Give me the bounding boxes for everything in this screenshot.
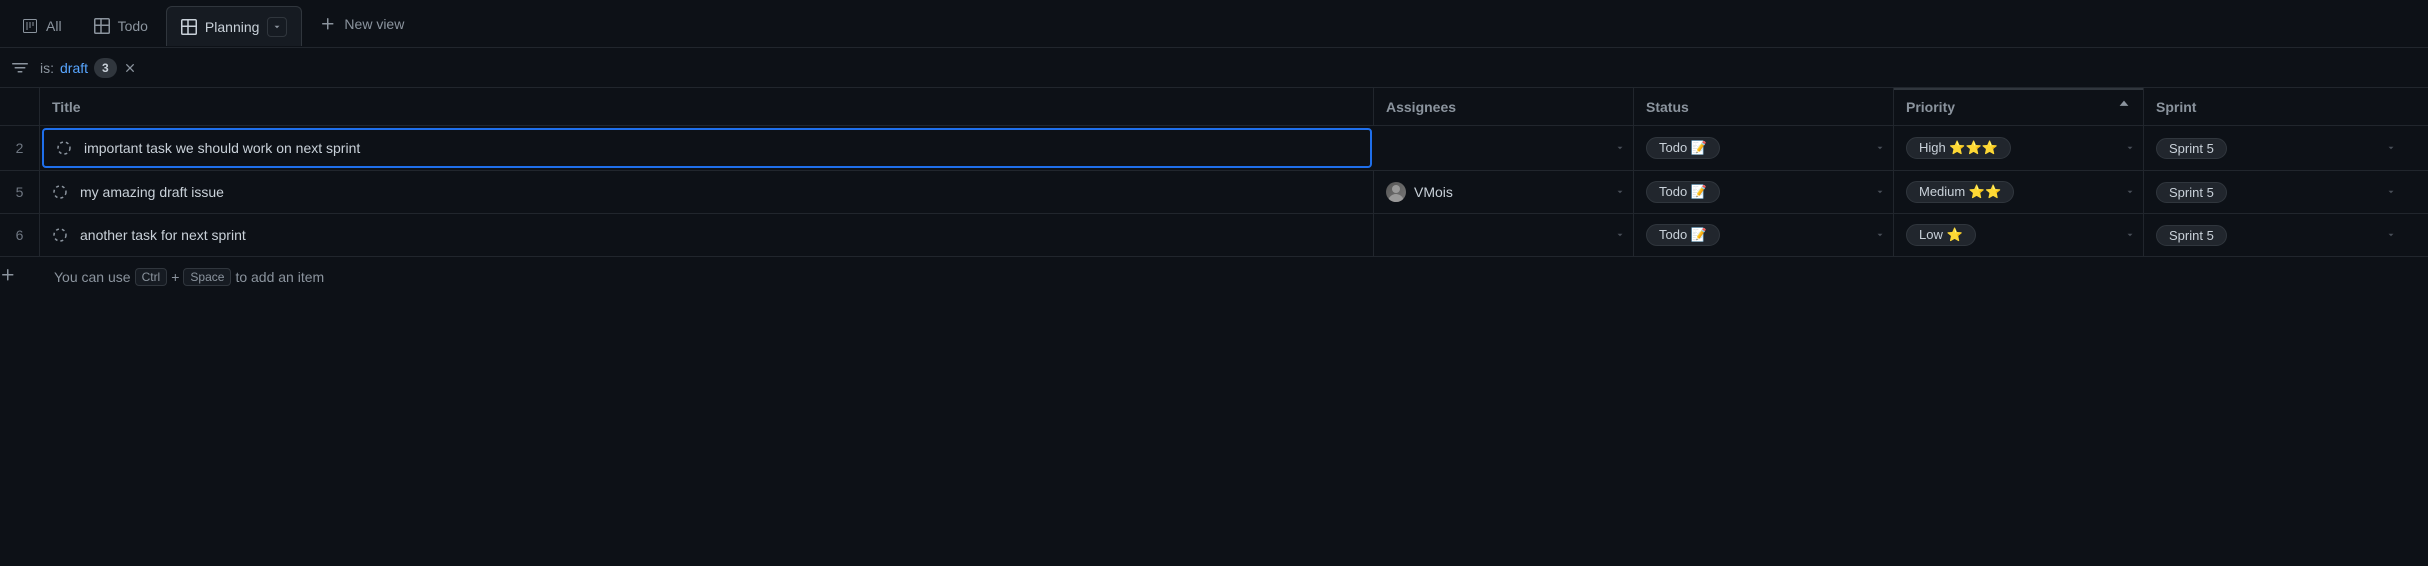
sprint-cell[interactable]: Sprint 5 — [2144, 214, 2404, 256]
table-icon — [94, 18, 110, 34]
issue-title: important task we should work on next sp… — [84, 140, 360, 156]
filter-query[interactable]: is: draft 3 — [40, 58, 137, 78]
title-cell[interactable]: my amazing draft issue — [40, 171, 1374, 213]
sprint-cell[interactable]: Sprint 5 — [2144, 126, 2404, 170]
filter-bar: is: draft 3 — [0, 48, 2428, 88]
row-number: 2 — [0, 126, 40, 170]
sprint-badge: Sprint 5 — [2156, 138, 2227, 159]
filter-icon[interactable] — [12, 60, 28, 76]
row-end-spacer — [2404, 214, 2428, 256]
draft-issue-icon — [56, 140, 72, 156]
new-view-label: New view — [344, 16, 404, 32]
sprint-badge: Sprint 5 — [2156, 182, 2227, 203]
assignees-cell[interactable] — [1374, 126, 1634, 170]
status-cell[interactable]: Todo 📝 — [1634, 214, 1894, 256]
tab-label: Planning — [205, 19, 260, 35]
assignee-name: VMois — [1414, 184, 1453, 200]
priority-cell[interactable]: Medium ⭐⭐ — [1894, 171, 2144, 213]
status-cell[interactable]: Todo 📝 — [1634, 171, 1894, 213]
column-header-sprint[interactable]: Sprint — [2144, 88, 2404, 125]
table-row[interactable]: 6 another task for next sprint Todo 📝 Low ⭐… — [0, 214, 2428, 257]
filter-prefix: is: — [40, 60, 54, 76]
title-cell[interactable]: another task for next sprint — [40, 214, 1374, 256]
row-number: 5 — [0, 171, 40, 213]
tab-planning[interactable]: Planning — [166, 6, 303, 46]
table-header-row: Title Assignees Status Priority Sprint — [0, 88, 2428, 126]
draft-issue-icon — [52, 227, 68, 243]
chevron-down-icon — [1615, 140, 1625, 156]
column-header-assignees[interactable]: Assignees — [1374, 88, 1634, 125]
column-header-priority[interactable]: Priority — [1894, 88, 2144, 125]
table-row[interactable]: 2 important task we should work on next s… — [0, 126, 2428, 171]
title-cell[interactable]: important task we should work on next sp… — [42, 128, 1372, 168]
assignees-cell[interactable]: VMois — [1374, 171, 1634, 213]
row-end-spacer — [2404, 171, 2428, 213]
draft-issue-icon — [52, 184, 68, 200]
row-end-spacer — [2404, 126, 2428, 170]
row-number-header — [0, 88, 40, 125]
chevron-down-icon — [1875, 227, 1885, 243]
add-item-row[interactable]: You can use Ctrl + Space to add an item — [0, 257, 2428, 296]
chevron-down-icon — [2386, 184, 2396, 200]
priority-cell[interactable]: High ⭐⭐⭐ — [1894, 126, 2144, 170]
priority-badge: High ⭐⭐⭐ — [1906, 137, 2011, 159]
tab-options-dropdown[interactable] — [267, 17, 287, 37]
row-number: 6 — [0, 214, 40, 256]
tab-all[interactable]: All — [8, 6, 76, 46]
chevron-down-icon — [2125, 184, 2135, 200]
priority-badge: Medium ⭐⭐ — [1906, 181, 2014, 203]
sort-ascending-icon — [2117, 98, 2131, 115]
issue-title: another task for next sprint — [80, 227, 246, 243]
status-cell[interactable]: Todo 📝 — [1634, 126, 1894, 170]
plus-icon — [320, 16, 336, 32]
project-table: Title Assignees Status Priority Sprint 2… — [0, 88, 2428, 296]
table-icon — [181, 19, 197, 35]
priority-badge: Low ⭐ — [1906, 224, 1976, 246]
chevron-down-icon — [1875, 140, 1885, 156]
sprint-cell[interactable]: Sprint 5 — [2144, 171, 2404, 213]
assignees-cell[interactable] — [1374, 214, 1634, 256]
chevron-down-icon — [2386, 140, 2396, 156]
filter-value: draft — [60, 60, 88, 76]
column-header-title[interactable]: Title — [40, 88, 1374, 125]
chevron-down-icon — [1615, 184, 1625, 200]
status-badge: Todo 📝 — [1646, 181, 1720, 203]
kbd-space: Space — [183, 268, 231, 286]
clear-filter-button[interactable] — [123, 61, 137, 75]
chevron-down-icon — [2125, 140, 2135, 156]
sprint-badge: Sprint 5 — [2156, 225, 2227, 246]
chevron-down-icon — [2386, 227, 2396, 243]
plus-icon — [0, 267, 40, 286]
new-view-button[interactable]: New view — [306, 10, 418, 38]
project-icon — [22, 18, 38, 34]
kbd-ctrl: Ctrl — [135, 268, 168, 286]
table-row[interactable]: 5 my amazing draft issue VMois Todo 📝 Medium… — [0, 171, 2428, 214]
tab-todo[interactable]: Todo — [80, 6, 162, 46]
tabs-bar: All Todo Planning New view — [0, 0, 2428, 48]
tab-label: Todo — [118, 18, 148, 34]
priority-cell[interactable]: Low ⭐ — [1894, 214, 2144, 256]
chevron-down-icon — [1875, 184, 1885, 200]
status-badge: Todo 📝 — [1646, 224, 1720, 246]
chevron-down-icon — [2125, 227, 2135, 243]
status-badge: Todo 📝 — [1646, 137, 1720, 159]
issue-title: my amazing draft issue — [80, 184, 224, 200]
chevron-down-icon — [1615, 227, 1625, 243]
add-column-button[interactable] — [2404, 88, 2428, 125]
tab-label: All — [46, 18, 62, 34]
avatar — [1386, 182, 1406, 202]
filter-count-badge: 3 — [94, 58, 117, 78]
add-item-hint: You can use Ctrl + Space to add an item — [40, 268, 324, 286]
column-header-status[interactable]: Status — [1634, 88, 1894, 125]
